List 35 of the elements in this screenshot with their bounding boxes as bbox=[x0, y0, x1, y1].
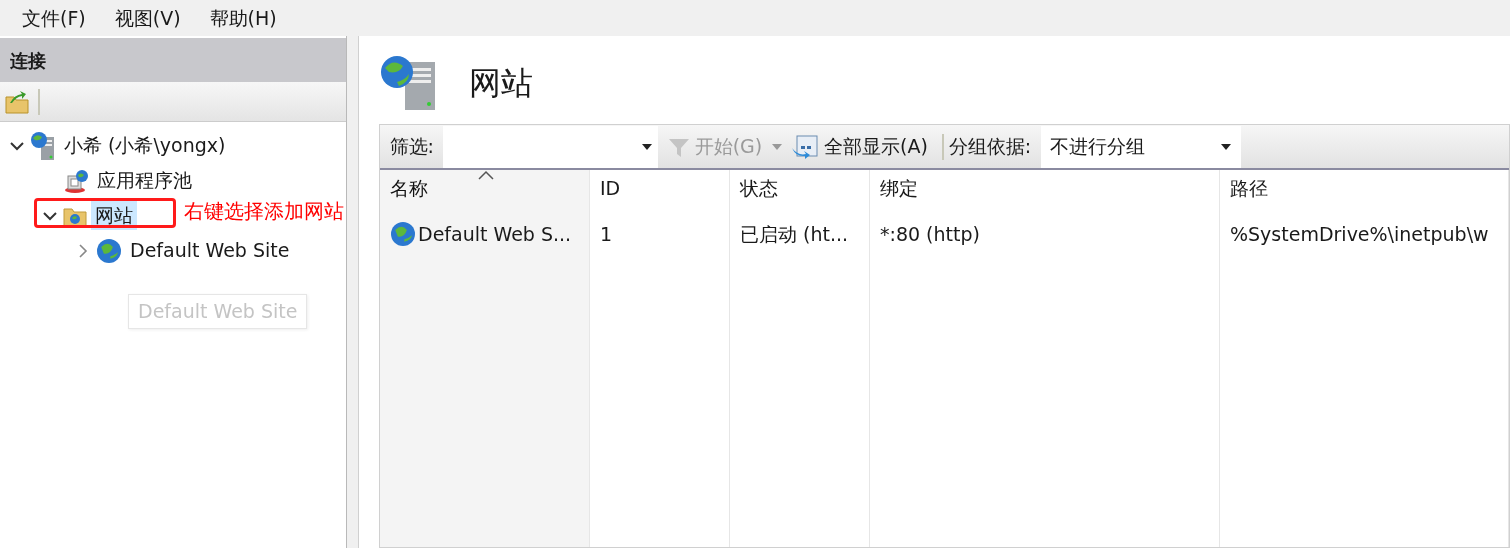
column-header[interactable]: ID bbox=[600, 177, 621, 199]
dropdown-icon bbox=[642, 143, 653, 150]
tree-item[interactable]: Default Web Site bbox=[126, 236, 294, 265]
column-header[interactable]: 状态 bbox=[740, 177, 778, 199]
column-header[interactable]: 名称 bbox=[390, 177, 428, 199]
sort-ascending-icon bbox=[478, 170, 494, 180]
table-cell-text: *:80 (http) bbox=[879, 221, 981, 247]
page-title: 网站 bbox=[469, 63, 533, 104]
table-cell-text: 1 bbox=[599, 221, 614, 247]
globe-icon bbox=[96, 237, 122, 264]
show-all-icon bbox=[791, 133, 820, 160]
tooltip: Default Web Site bbox=[128, 294, 308, 329]
table-cell-text: %SystemDrive%\inetpub\w bbox=[1229, 221, 1490, 247]
menu-item[interactable]: 文件(F) bbox=[10, 3, 103, 33]
menu-item[interactable]: 视图(V) bbox=[102, 3, 198, 33]
globe-icon bbox=[390, 221, 416, 247]
server-icon bbox=[30, 130, 56, 161]
show-all-button[interactable]: 全部显示(A) bbox=[781, 132, 938, 161]
table-cell: Default Web S... bbox=[380, 215, 589, 251]
filter-field[interactable] bbox=[443, 125, 659, 168]
annotation-text: 右键选择添加网站 bbox=[184, 199, 344, 223]
column-header[interactable]: 绑定 bbox=[880, 177, 918, 199]
tree-item[interactable]: 小希 (小希\yongx) bbox=[60, 131, 230, 160]
app-pool-icon bbox=[63, 167, 89, 194]
table-cell-text: 已启动 (ht... bbox=[739, 221, 850, 247]
column-header[interactable]: 路径 bbox=[1230, 177, 1268, 199]
menu-item[interactable]: 帮助(H) bbox=[197, 3, 294, 33]
group-by-dropdown[interactable]: 不进行分组 bbox=[1040, 125, 1241, 168]
dropdown-icon bbox=[1221, 143, 1232, 150]
tree-item[interactable]: 应用程序池 bbox=[93, 166, 196, 195]
filter-label: 筛选: bbox=[388, 134, 435, 160]
dropdown-icon bbox=[771, 143, 782, 150]
folder-icon bbox=[4, 88, 30, 115]
panel-header: 连接 bbox=[0, 38, 346, 82]
group-by-label: 分组依据: bbox=[948, 134, 1033, 160]
